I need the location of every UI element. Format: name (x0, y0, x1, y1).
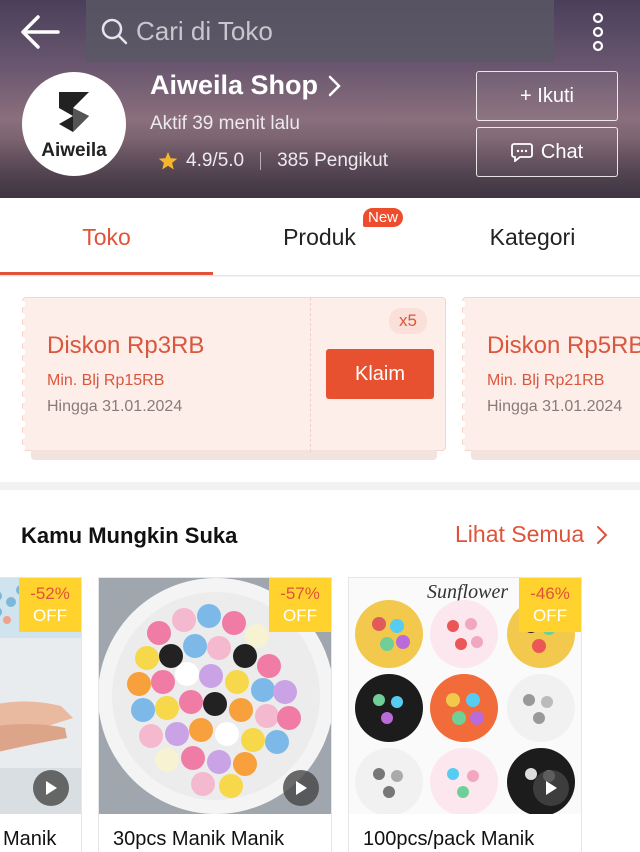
voucher-carousel[interactable]: Diskon Rp3RB Min. Blj Rp15RB Hingga 31.0… (0, 277, 640, 482)
discount-off-label: OFF (33, 606, 67, 625)
play-icon (546, 781, 557, 795)
shop-logo[interactable]: Aiweila (22, 72, 126, 176)
shop-stats: 4.9/5.0 385 Pengikut (158, 150, 388, 172)
discount-off-label: OFF (283, 606, 317, 625)
more-options-button[interactable] (584, 10, 612, 54)
see-all-link[interactable]: Lihat Semua (455, 521, 608, 548)
voucher-min-spend: Min. Blj Rp15RB (47, 372, 165, 389)
recommendation-section: Kamu Mungkin Suka Lihat Semua -52% OFF M… (0, 490, 640, 852)
follow-button[interactable]: + Ikuti (476, 71, 618, 121)
search-bar[interactable] (86, 0, 554, 62)
video-play-button[interactable] (533, 770, 569, 806)
voucher-expiry: Hingga 31.01.2024 (487, 398, 623, 415)
shop-rating: 4.9/5.0 (186, 150, 245, 171)
tab-kategori[interactable]: Kategori (426, 198, 639, 276)
voucher-min-spend: Min. Blj Rp21RB (487, 372, 605, 389)
chevron-right-icon (328, 75, 341, 96)
video-play-button[interactable] (33, 770, 69, 806)
shop-tabs: Toko Produk Kategori New (0, 198, 640, 276)
shop-name-label: Aiweila Shop (150, 70, 319, 100)
stats-divider (260, 152, 262, 170)
back-arrow-icon (21, 15, 60, 49)
product-name: Manik (3, 828, 57, 850)
more-vertical-icon (592, 12, 604, 52)
voucher-expiry: Hingga 31.01.2024 (47, 398, 183, 415)
play-icon (46, 781, 57, 795)
chevron-right-icon (597, 525, 608, 544)
shop-logo-mark (59, 92, 89, 132)
search-icon (101, 18, 128, 45)
voucher-title: Diskon Rp5RB (487, 332, 640, 359)
discount-badge: -52% OFF (19, 578, 81, 632)
product-card[interactable]: -52% OFF Manik (0, 577, 82, 852)
active-status: Aktif 39 menit lalu (150, 113, 300, 134)
discount-badge: -57% OFF (269, 578, 331, 632)
voucher-shadow (31, 450, 437, 460)
discount-percent: -57% (280, 584, 320, 603)
claim-button[interactable]: Klaim (326, 349, 434, 399)
tab-kategori-label: Kategori (489, 223, 576, 250)
shop-logo-text: Aiweila (41, 140, 107, 161)
video-play-button[interactable] (283, 770, 319, 806)
product-card[interactable]: Sunflower -46% OFF 100pcs/pack Manik (348, 577, 582, 852)
back-button[interactable] (18, 10, 68, 54)
voucher-title: Diskon Rp3RB (47, 332, 205, 359)
discount-percent: -46% (530, 584, 570, 603)
discount-off-label: OFF (533, 606, 567, 625)
claim-button-label: Klaim (354, 362, 405, 385)
shop-header: Aiweila Aiweila Shop Aktif 39 menit lalu… (0, 0, 640, 198)
voucher-quantity: x5 (389, 308, 427, 334)
tab-toko-label: Toko (82, 223, 131, 250)
star-icon (158, 152, 178, 170)
shop-name[interactable]: Aiweila Shop (150, 70, 342, 101)
tab-produk-label: Produk (283, 223, 356, 250)
sunflower-brand: Sunflower (427, 581, 508, 603)
follower-count: 385 Pengikut (277, 150, 389, 171)
voucher-card: Diskon Rp3RB Min. Blj Rp15RB Hingga 31.0… (22, 297, 446, 460)
discount-percent: -52% (30, 584, 70, 603)
voucher-shadow (471, 450, 640, 460)
play-icon (296, 781, 307, 795)
product-card[interactable]: -57% OFF 30pcs Manik Manik (98, 577, 332, 852)
new-badge: New (363, 208, 404, 227)
see-all-label: Lihat Semua (455, 521, 585, 547)
follow-button-label: + Ikuti (520, 84, 574, 107)
tab-toko[interactable]: Toko (0, 198, 213, 276)
product-name: 100pcs/pack Manik (363, 828, 535, 850)
chat-bubble-icon (510, 143, 533, 162)
chat-button[interactable]: Chat (476, 127, 618, 177)
section-title: Kamu Mungkin Suka (21, 523, 238, 548)
product-name: 30pcs Manik Manik (113, 828, 285, 850)
discount-badge: -46% OFF (519, 578, 581, 632)
search-input[interactable] (136, 15, 516, 47)
voucher-edge (462, 298, 470, 452)
chat-button-label: Chat (540, 140, 584, 163)
voucher-card: Diskon Rp5RB Min. Blj Rp21RB Hingga 31.0… (462, 297, 640, 460)
voucher-edge (22, 298, 30, 452)
voucher-divider (310, 298, 311, 452)
active-tab-indicator (0, 272, 213, 275)
